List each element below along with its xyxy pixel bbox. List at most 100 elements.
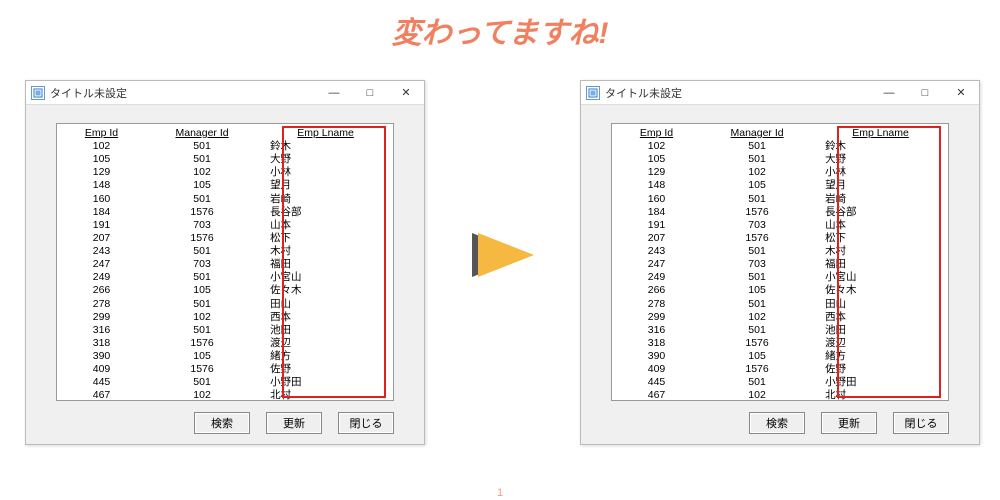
cell-emp-lname: 木村 xyxy=(817,245,944,258)
table-row[interactable]: 445501小野田 xyxy=(61,376,389,389)
table-row[interactable]: 4091576佐野 xyxy=(616,363,944,376)
table-row[interactable]: 105501大野 xyxy=(61,153,389,166)
transition-arrow-icon xyxy=(468,225,538,285)
update-button[interactable]: 更新 xyxy=(821,412,877,434)
cell-emp-id: 299 xyxy=(616,311,697,324)
cell-manager-id: 501 xyxy=(697,193,817,206)
cell-emp-id: 191 xyxy=(616,219,697,232)
cell-emp-lname: 松下 xyxy=(817,232,944,245)
table-row[interactable]: 129102小林 xyxy=(616,166,944,179)
search-button[interactable]: 検索 xyxy=(749,412,805,434)
cell-manager-id: 501 xyxy=(142,153,262,166)
close-window-button[interactable]: ✕ xyxy=(388,81,424,105)
cell-emp-lname: 池田 xyxy=(262,324,389,337)
cell-manager-id: 1576 xyxy=(697,206,817,219)
table-body-left: 102501鈴木105501大野129102小林148105望月160501岩崎… xyxy=(61,140,389,403)
update-button[interactable]: 更新 xyxy=(266,412,322,434)
cell-emp-id: 191 xyxy=(61,219,142,232)
table-row[interactable]: 316501池田 xyxy=(61,324,389,337)
cell-emp-id: 318 xyxy=(616,337,697,350)
cell-emp-id: 249 xyxy=(61,271,142,284)
cell-manager-id: 102 xyxy=(142,389,262,402)
table-row[interactable]: 249501小宮山 xyxy=(616,271,944,284)
cell-emp-lname: 大野 xyxy=(817,153,944,166)
table-row[interactable]: 148105望月 xyxy=(61,179,389,192)
titlebar[interactable]: タイトル未設定 — □ ✕ xyxy=(26,81,424,105)
cell-emp-lname: 鈴木 xyxy=(262,140,389,153)
table-row[interactable]: 105501大野 xyxy=(616,153,944,166)
table-row[interactable]: 249501小宮山 xyxy=(61,271,389,284)
search-button[interactable]: 検索 xyxy=(194,412,250,434)
cell-manager-id: 501 xyxy=(142,324,262,337)
cell-manager-id: 703 xyxy=(142,258,262,271)
table-row[interactable]: 390105緒方 xyxy=(61,350,389,363)
minimize-button[interactable]: — xyxy=(871,81,907,105)
cell-emp-id: 249 xyxy=(616,271,697,284)
cell-emp-id: 148 xyxy=(616,179,697,192)
cell-emp-lname: 小林 xyxy=(817,166,944,179)
cell-emp-id: 243 xyxy=(616,245,697,258)
cell-emp-lname: 山本 xyxy=(262,219,389,232)
table-row[interactable]: 2071576松下 xyxy=(61,232,389,245)
table-row[interactable]: 4091576佐野 xyxy=(61,363,389,376)
cell-emp-lname: 佐々木 xyxy=(817,284,944,297)
table-row[interactable]: 160501岩崎 xyxy=(616,193,944,206)
cell-manager-id: 501 xyxy=(142,376,262,389)
table-row[interactable]: 1841576長谷部 xyxy=(61,206,389,219)
cell-manager-id: 1576 xyxy=(697,363,817,376)
cell-manager-id: 1576 xyxy=(142,337,262,350)
data-table: Emp Id Manager Id Emp Lname 102501鈴木1055… xyxy=(616,126,944,403)
cell-emp-lname: 田山 xyxy=(262,298,389,311)
titlebar[interactable]: タイトル未設定 — □ ✕ xyxy=(581,81,979,105)
table-row[interactable]: 243501木村 xyxy=(616,245,944,258)
minimize-button[interactable]: — xyxy=(316,81,352,105)
cell-manager-id: 1576 xyxy=(697,232,817,245)
table-row[interactable]: 1841576長谷部 xyxy=(616,206,944,219)
cell-manager-id: 501 xyxy=(697,153,817,166)
maximize-button[interactable]: □ xyxy=(907,81,943,105)
cell-manager-id: 501 xyxy=(697,376,817,389)
close-window-button[interactable]: ✕ xyxy=(943,81,979,105)
table-row[interactable]: 299102西本 xyxy=(61,311,389,324)
table-row[interactable]: 266105佐々木 xyxy=(616,284,944,297)
table-row[interactable]: 299102西本 xyxy=(616,311,944,324)
table-row[interactable]: 191703山本 xyxy=(61,219,389,232)
cell-emp-id: 409 xyxy=(616,363,697,376)
cell-emp-id: 409 xyxy=(61,363,142,376)
table-row[interactable]: 102501鈴木 xyxy=(61,140,389,153)
close-button[interactable]: 閉じる xyxy=(893,412,949,434)
table-row[interactable]: 191703山本 xyxy=(616,219,944,232)
table-row[interactable]: 247703福田 xyxy=(61,258,389,271)
table-row[interactable]: 102501鈴木 xyxy=(616,140,944,153)
table-row[interactable]: 266105佐々木 xyxy=(61,284,389,297)
table-row[interactable]: 467102北村 xyxy=(61,389,389,402)
close-button[interactable]: 閉じる xyxy=(338,412,394,434)
cell-manager-id: 501 xyxy=(142,245,262,258)
table-body-right: 102501鈴木105501大野129102小林148105望月160501岩崎… xyxy=(616,140,944,403)
table-row[interactable]: 148105望月 xyxy=(616,179,944,192)
table-row[interactable]: 445501小野田 xyxy=(616,376,944,389)
maximize-button[interactable]: □ xyxy=(352,81,388,105)
table-row[interactable]: 243501木村 xyxy=(61,245,389,258)
cell-manager-id: 501 xyxy=(697,140,817,153)
table-row[interactable]: 247703福田 xyxy=(616,258,944,271)
cell-emp-id: 160 xyxy=(616,193,697,206)
table-row[interactable]: 278501田山 xyxy=(61,298,389,311)
table-row[interactable]: 390105緒方 xyxy=(616,350,944,363)
table-row[interactable]: 3181576渡辺 xyxy=(61,337,389,350)
cell-emp-id: 316 xyxy=(61,324,142,337)
table-row[interactable]: 160501岩崎 xyxy=(61,193,389,206)
cell-emp-id: 105 xyxy=(61,153,142,166)
table-row[interactable]: 316501池田 xyxy=(616,324,944,337)
table-row[interactable]: 129102小林 xyxy=(61,166,389,179)
cell-emp-id: 278 xyxy=(616,298,697,311)
window-after: タイトル未設定 — □ ✕ Emp Id Manager Id Emp Lnam… xyxy=(580,80,980,445)
table-row[interactable]: 2071576松下 xyxy=(616,232,944,245)
cell-emp-lname: 望月 xyxy=(262,179,389,192)
table-row[interactable]: 278501田山 xyxy=(616,298,944,311)
cell-manager-id: 105 xyxy=(142,350,262,363)
table-row[interactable]: 3181576渡辺 xyxy=(616,337,944,350)
window-title: タイトル未設定 xyxy=(50,85,316,101)
table-row[interactable]: 467102北村 xyxy=(616,389,944,402)
cell-emp-id: 247 xyxy=(616,258,697,271)
